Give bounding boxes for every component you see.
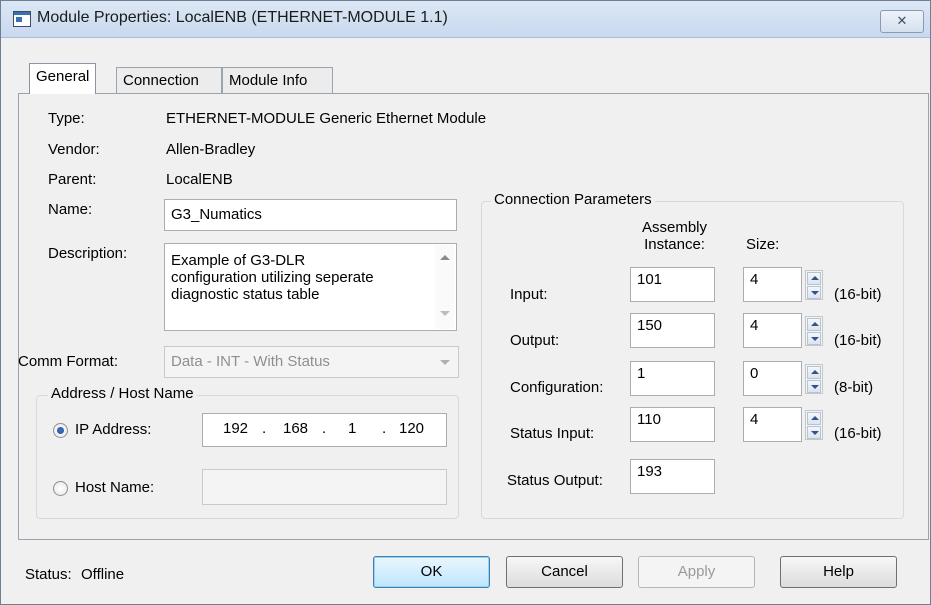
status-label: Status: — [25, 566, 72, 583]
title-bar[interactable]: Module Properties: LocalENB (ETHERNET-MO… — [1, 1, 930, 38]
description-label: Description: — [48, 245, 128, 262]
input-size-stepper[interactable] — [805, 270, 823, 300]
spin-down-icon[interactable] — [807, 380, 821, 393]
output-unit: (16-bit) — [834, 332, 882, 349]
ip-dot: . — [382, 420, 387, 437]
status-input-size-field[interactable]: 4 — [743, 407, 802, 442]
configuration-instance-field[interactable]: 1 — [630, 361, 715, 396]
output-size-field[interactable]: 4 — [743, 313, 802, 348]
spin-down-icon[interactable] — [807, 426, 821, 439]
configuration-label: Configuration: — [510, 379, 604, 396]
input-size-field[interactable]: 4 — [743, 267, 802, 302]
spin-down-icon[interactable] — [807, 286, 821, 299]
comm-format-value: Data - INT - With Status — [171, 353, 330, 370]
host-name-field[interactable] — [202, 469, 447, 505]
scroll-down-icon[interactable] — [440, 311, 450, 316]
help-button[interactable]: Help — [780, 556, 897, 588]
vendor-value: Allen-Bradley — [166, 141, 256, 158]
close-icon: ✕ — [896, 13, 908, 28]
type-value: ETHERNET-MODULE Generic Ethernet Module — [166, 110, 487, 127]
chevron-down-icon — [440, 360, 450, 365]
description-scrollbar[interactable] — [435, 245, 454, 329]
configuration-size-stepper[interactable] — [805, 364, 823, 394]
spin-up-icon[interactable] — [807, 366, 821, 379]
status-input-instance-field[interactable]: 110 — [630, 407, 715, 442]
status-value: Offline — [81, 566, 125, 583]
apply-button[interactable]: Apply — [638, 556, 755, 588]
ip-octet-1[interactable]: 192 — [223, 420, 248, 437]
tab-general[interactable]: General — [29, 63, 97, 94]
host-name-radio[interactable] — [53, 481, 68, 496]
parent-label: Parent: — [48, 171, 97, 188]
status-input-size-stepper[interactable] — [805, 410, 823, 440]
status-input-unit: (16-bit) — [834, 425, 882, 442]
input-instance-field[interactable]: 101 — [630, 267, 715, 302]
input-label: Input: — [510, 286, 548, 303]
address-group-title: Address / Host Name — [48, 385, 197, 402]
window-title: Module Properties: LocalENB (ETHERNET-MO… — [37, 9, 448, 26]
name-field[interactable]: G3_Numatics — [164, 199, 457, 231]
input-unit: (16-bit) — [834, 286, 882, 303]
ip-address-label[interactable]: IP Address: — [75, 421, 151, 438]
configuration-size-field[interactable]: 0 — [743, 361, 802, 396]
ip-address-radio[interactable] — [53, 423, 68, 438]
assembly-instance-header: Assembly Instance: — [642, 219, 708, 253]
ip-octet-3[interactable]: 1 — [348, 420, 356, 437]
tab-module-info[interactable]: Module Info — [222, 67, 333, 93]
output-size-stepper[interactable] — [805, 316, 823, 346]
ok-button[interactable]: OK — [373, 556, 490, 588]
ip-octet-4[interactable]: 120 — [399, 420, 424, 437]
status-input-label: Status Input: — [510, 425, 595, 442]
module-properties-dialog: Module Properties: LocalENB (ETHERNET-MO… — [0, 0, 931, 605]
spin-up-icon[interactable] — [807, 412, 821, 425]
ip-address-field[interactable]: 192 . 168 . 1 . 120 — [202, 413, 447, 447]
output-instance-field[interactable]: 150 — [630, 313, 715, 348]
status-output-label: Status Output: — [507, 472, 603, 489]
status-output-instance-field[interactable]: 193 — [630, 459, 715, 494]
comm-format-label: Comm Format: — [18, 353, 119, 370]
comm-format-select[interactable]: Data - INT - With Status — [164, 346, 459, 378]
ip-dot: . — [322, 420, 327, 437]
vendor-label: Vendor: — [48, 141, 100, 158]
parent-value: LocalENB — [166, 171, 233, 188]
scroll-up-icon[interactable] — [440, 255, 450, 260]
spin-up-icon[interactable] — [807, 318, 821, 331]
spin-up-icon[interactable] — [807, 272, 821, 285]
description-field[interactable]: Example of G3-DLR configuration utilizin… — [164, 243, 457, 331]
configuration-unit: (8-bit) — [834, 379, 874, 396]
type-label: Type: — [48, 110, 85, 127]
spin-down-icon[interactable] — [807, 332, 821, 345]
host-name-label[interactable]: Host Name: — [75, 479, 154, 496]
output-label: Output: — [510, 332, 560, 349]
ip-octet-2[interactable]: 168 — [283, 420, 308, 437]
cancel-button[interactable]: Cancel — [506, 556, 623, 588]
connection-parameters-title: Connection Parameters — [491, 191, 655, 208]
close-button[interactable]: ✕ — [880, 10, 924, 33]
tab-connection[interactable]: Connection — [116, 67, 222, 93]
window-app-icon — [13, 11, 31, 27]
ip-dot: . — [262, 420, 267, 437]
name-label: Name: — [48, 201, 93, 218]
size-header: Size: — [746, 236, 780, 253]
